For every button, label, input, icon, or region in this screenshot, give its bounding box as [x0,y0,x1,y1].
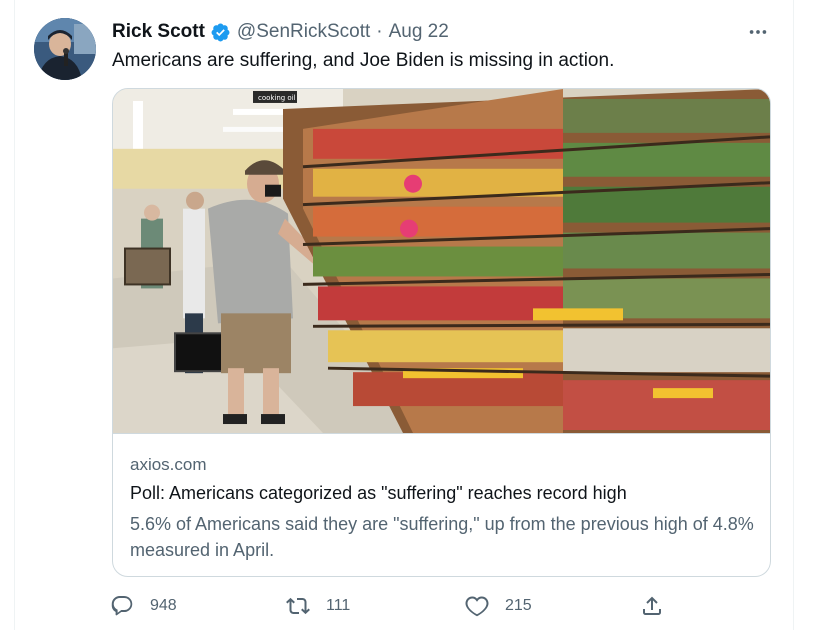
retweet-button[interactable]: 111 [286,592,350,620]
link-preview-card[interactable]: cooking oil axios.com Poll: Americans ca… [112,88,771,577]
card-image[interactable]: cooking oil [113,89,770,434]
share-icon [643,596,661,615]
like-count: 215 [505,597,532,614]
like-button[interactable]: 215 [465,592,532,620]
tweet-date[interactable]: Aug 22 [389,21,449,43]
tweet-header: Rick Scott @SenRickScott · Aug 22 [112,20,449,44]
reply-icon [111,596,133,616]
author-name[interactable]: Rick Scott [112,21,205,43]
card-domain: axios.com [130,455,207,474]
reply-count: 948 [150,597,177,614]
more-options-button[interactable] [740,20,776,44]
verified-badge-icon [210,22,231,43]
author-handle[interactable]: @SenRickScott [237,21,370,43]
more-dots-icon [749,30,767,34]
like-icon [465,596,489,617]
share-button[interactable] [640,592,664,620]
tweet-actions: 948 111 215 [110,592,670,620]
shelf-products [313,98,770,431]
avatar[interactable] [34,18,96,80]
reply-button[interactable]: 948 [110,592,177,620]
header-separator: · [376,21,383,42]
aisle-sign-text: cooking oil [258,94,296,102]
retweet-count: 111 [326,597,351,614]
tweet-text: Americans are suffering, and Joe Biden i… [112,50,615,71]
card-title: Poll: Americans categorized as "sufferin… [130,483,627,503]
card-description: 5.6% of Americans said they are "sufferi… [130,514,754,560]
avatar-image [34,18,96,80]
retweet-icon [286,597,310,615]
